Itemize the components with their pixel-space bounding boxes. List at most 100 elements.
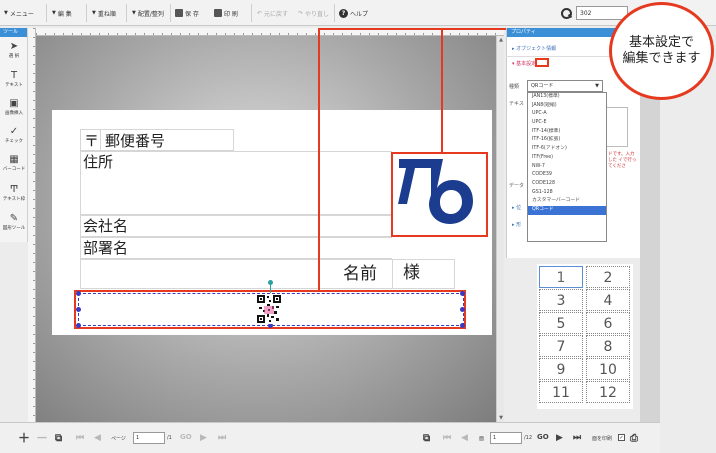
address-cell[interactable]: 住所 — [80, 151, 392, 215]
page-go-button[interactable]: GO — [180, 433, 192, 441]
resize-handle[interactable] — [76, 323, 81, 328]
shape-section[interactable]: ▸ 形 — [512, 221, 521, 228]
company-cell[interactable]: 会社名 — [80, 215, 392, 237]
dropdown-option[interactable]: ITF(Free) — [528, 154, 606, 163]
remove-page-icon[interactable]: － — [36, 432, 48, 445]
toolbar-divider — [334, 4, 335, 22]
department-cell[interactable]: 部署名 — [80, 237, 392, 259]
resize-handle[interactable] — [76, 307, 81, 312]
dropdown-option[interactable]: JAN8(短縮) — [528, 102, 606, 111]
type-label: 種類 — [509, 84, 520, 90]
page-cell[interactable]: 4 — [586, 289, 630, 311]
scroll-down-icon[interactable]: ▼ — [498, 415, 504, 421]
dropdown-option[interactable]: ITF-6(アドオン) — [528, 145, 606, 154]
bottom-toolbar: ＋ － ⧉ ⏮ ◀ ページ 1 /1 GO ▶ ⏭ ⧉ ⏮ ◀ 面 1 /12 … — [0, 422, 660, 453]
tool-check[interactable]: ✓ チェック — [0, 126, 28, 144]
scroll-up-icon[interactable]: ▲ — [498, 37, 504, 43]
callout-line-2: 編集できます — [622, 51, 701, 66]
page-cell[interactable]: 6 — [586, 312, 630, 334]
page-label: ページ — [111, 436, 126, 442]
page-cell[interactable]: 10 — [586, 358, 630, 380]
zoom-search-icon[interactable] — [560, 7, 572, 19]
copy-page-icon[interactable]: ⧉ — [55, 432, 62, 445]
position-section[interactable]: ▸ 位 — [512, 204, 521, 211]
company-logo-frame[interactable] — [391, 152, 488, 237]
resize-handle[interactable] — [460, 307, 465, 312]
preview-icon[interactable]: ⎙ — [630, 432, 638, 445]
help-button[interactable]: ? ヘルプ — [337, 6, 370, 20]
dropdown-option-selected[interactable]: QRコード — [528, 205, 606, 215]
toolbar-divider — [46, 4, 47, 22]
dropdown-option[interactable]: CODE39 — [528, 171, 606, 180]
dropdown-option[interactable]: カスタマーバーコード — [528, 197, 606, 206]
tool-text-frame[interactable]: Ͳ テキスト枠 — [0, 184, 28, 202]
page-cell[interactable]: 3 — [539, 289, 583, 311]
text-label: テキス — [509, 101, 524, 107]
tool-shape[interactable]: ✎ 図形ツール — [0, 213, 28, 231]
basic-settings-section[interactable]: ▾ 基本設定 — [512, 60, 536, 67]
menu-button[interactable]: ▼ メニュー — [2, 6, 36, 20]
last-page-icon[interactable]: ⏭ — [218, 432, 226, 445]
top-toolbar: ▼ メニュー ▼ 編 集 ▼ 重ね順 ▼ 配置/整列 保 存 印 刷 ↶ 元に戻す ↷ やり… — [0, 0, 716, 26]
sheet-number-input[interactable]: 1 — [490, 432, 522, 444]
postal-divider — [100, 129, 101, 151]
dropdown-option[interactable]: ITF-16(拡張) — [528, 136, 606, 145]
edit-button[interactable]: ▼ 編 集 — [50, 6, 74, 20]
dropdown-option[interactable]: JAN13(標準) — [528, 93, 606, 102]
first-page-icon[interactable]: ⏮ — [76, 432, 84, 445]
dropdown-option[interactable]: GS1-128 — [528, 189, 606, 198]
rotation-handle[interactable] — [268, 280, 273, 285]
print-face-label: 面を印刷 — [592, 436, 613, 442]
undo-button[interactable]: ↶ 元に戻す — [255, 6, 290, 20]
dropdown-option[interactable]: ITF-14(標準) — [528, 128, 606, 137]
dropdown-option[interactable]: NW-7 — [528, 163, 606, 172]
copy-sheet-icon[interactable]: ⧉ — [423, 432, 430, 445]
company-label: 会社名 — [83, 217, 129, 235]
page-cell[interactable]: 5 — [539, 312, 583, 334]
prev-sheet-icon[interactable]: ◀ — [461, 432, 468, 445]
qr-code-image[interactable] — [256, 294, 282, 324]
save-button[interactable]: 保 存 — [173, 6, 201, 20]
dropdown-option[interactable]: UPC-A — [528, 110, 606, 119]
page-cell[interactable]: 8 — [586, 335, 630, 357]
print-face-checkbox[interactable]: ✓ — [618, 434, 625, 441]
page-cell[interactable]: 7 — [539, 335, 583, 357]
stack-order-button[interactable]: ▼ 重ね順 — [90, 6, 118, 20]
next-sheet-icon[interactable]: ▶ — [556, 432, 563, 445]
last-sheet-icon[interactable]: ⏭ — [573, 432, 581, 445]
arrange-button[interactable]: ▼ 配置/整列 — [130, 6, 166, 20]
sheet-go-button[interactable]: GO — [537, 433, 549, 441]
zoom-input[interactable]: 302 — [576, 6, 628, 20]
first-sheet-icon[interactable]: ⏮ — [443, 432, 451, 445]
barcode-type-select[interactable]: QRコード ▼ — [527, 80, 603, 92]
print-button[interactable]: 印 刷 — [212, 6, 240, 20]
add-page-icon[interactable]: ＋ — [18, 432, 30, 445]
dropdown-option[interactable]: UPC-E — [528, 119, 606, 128]
tool-select[interactable]: ➤ 選 択 — [0, 41, 28, 59]
page-cell[interactable]: 2 — [586, 266, 630, 288]
tool-barcode[interactable]: ▦ バーコード — [0, 154, 28, 172]
prev-page-icon[interactable]: ◀ — [94, 432, 101, 445]
resize-handle[interactable] — [460, 291, 465, 296]
postal-cell[interactable]: 〒 郵便番号 — [80, 129, 234, 151]
tool-text[interactable]: T テキスト — [0, 70, 28, 88]
dropdown-option[interactable]: CODE128 — [528, 180, 606, 189]
resize-handle[interactable] — [460, 323, 465, 328]
page-cell[interactable]: 11 — [539, 381, 583, 403]
next-page-icon[interactable]: ▶ — [200, 432, 207, 445]
text-frame-icon: Ͳ — [9, 184, 19, 195]
redo-button[interactable]: ↷ やり直し — [296, 6, 331, 20]
object-info-section[interactable]: ▸ オブジェクト情報 — [512, 45, 556, 52]
page-cell[interactable]: 12 — [586, 381, 630, 403]
page-cell[interactable]: 9 — [539, 358, 583, 380]
name-cell[interactable]: 名前 — [80, 259, 392, 289]
tool-image[interactable]: ▣ 画像挿入 — [0, 98, 28, 116]
page-number-input[interactable]: 1 — [133, 432, 165, 444]
toolbar-divider — [86, 4, 87, 22]
text-icon: T — [10, 70, 18, 81]
page-cell[interactable]: 1 — [539, 266, 583, 288]
honorific-cell[interactable]: 様 — [392, 259, 455, 289]
canvas-vertical-scrollbar[interactable]: ▲ ▼ — [496, 36, 504, 422]
postal-label: 郵便番号 — [105, 132, 166, 150]
resize-handle[interactable] — [76, 291, 81, 296]
